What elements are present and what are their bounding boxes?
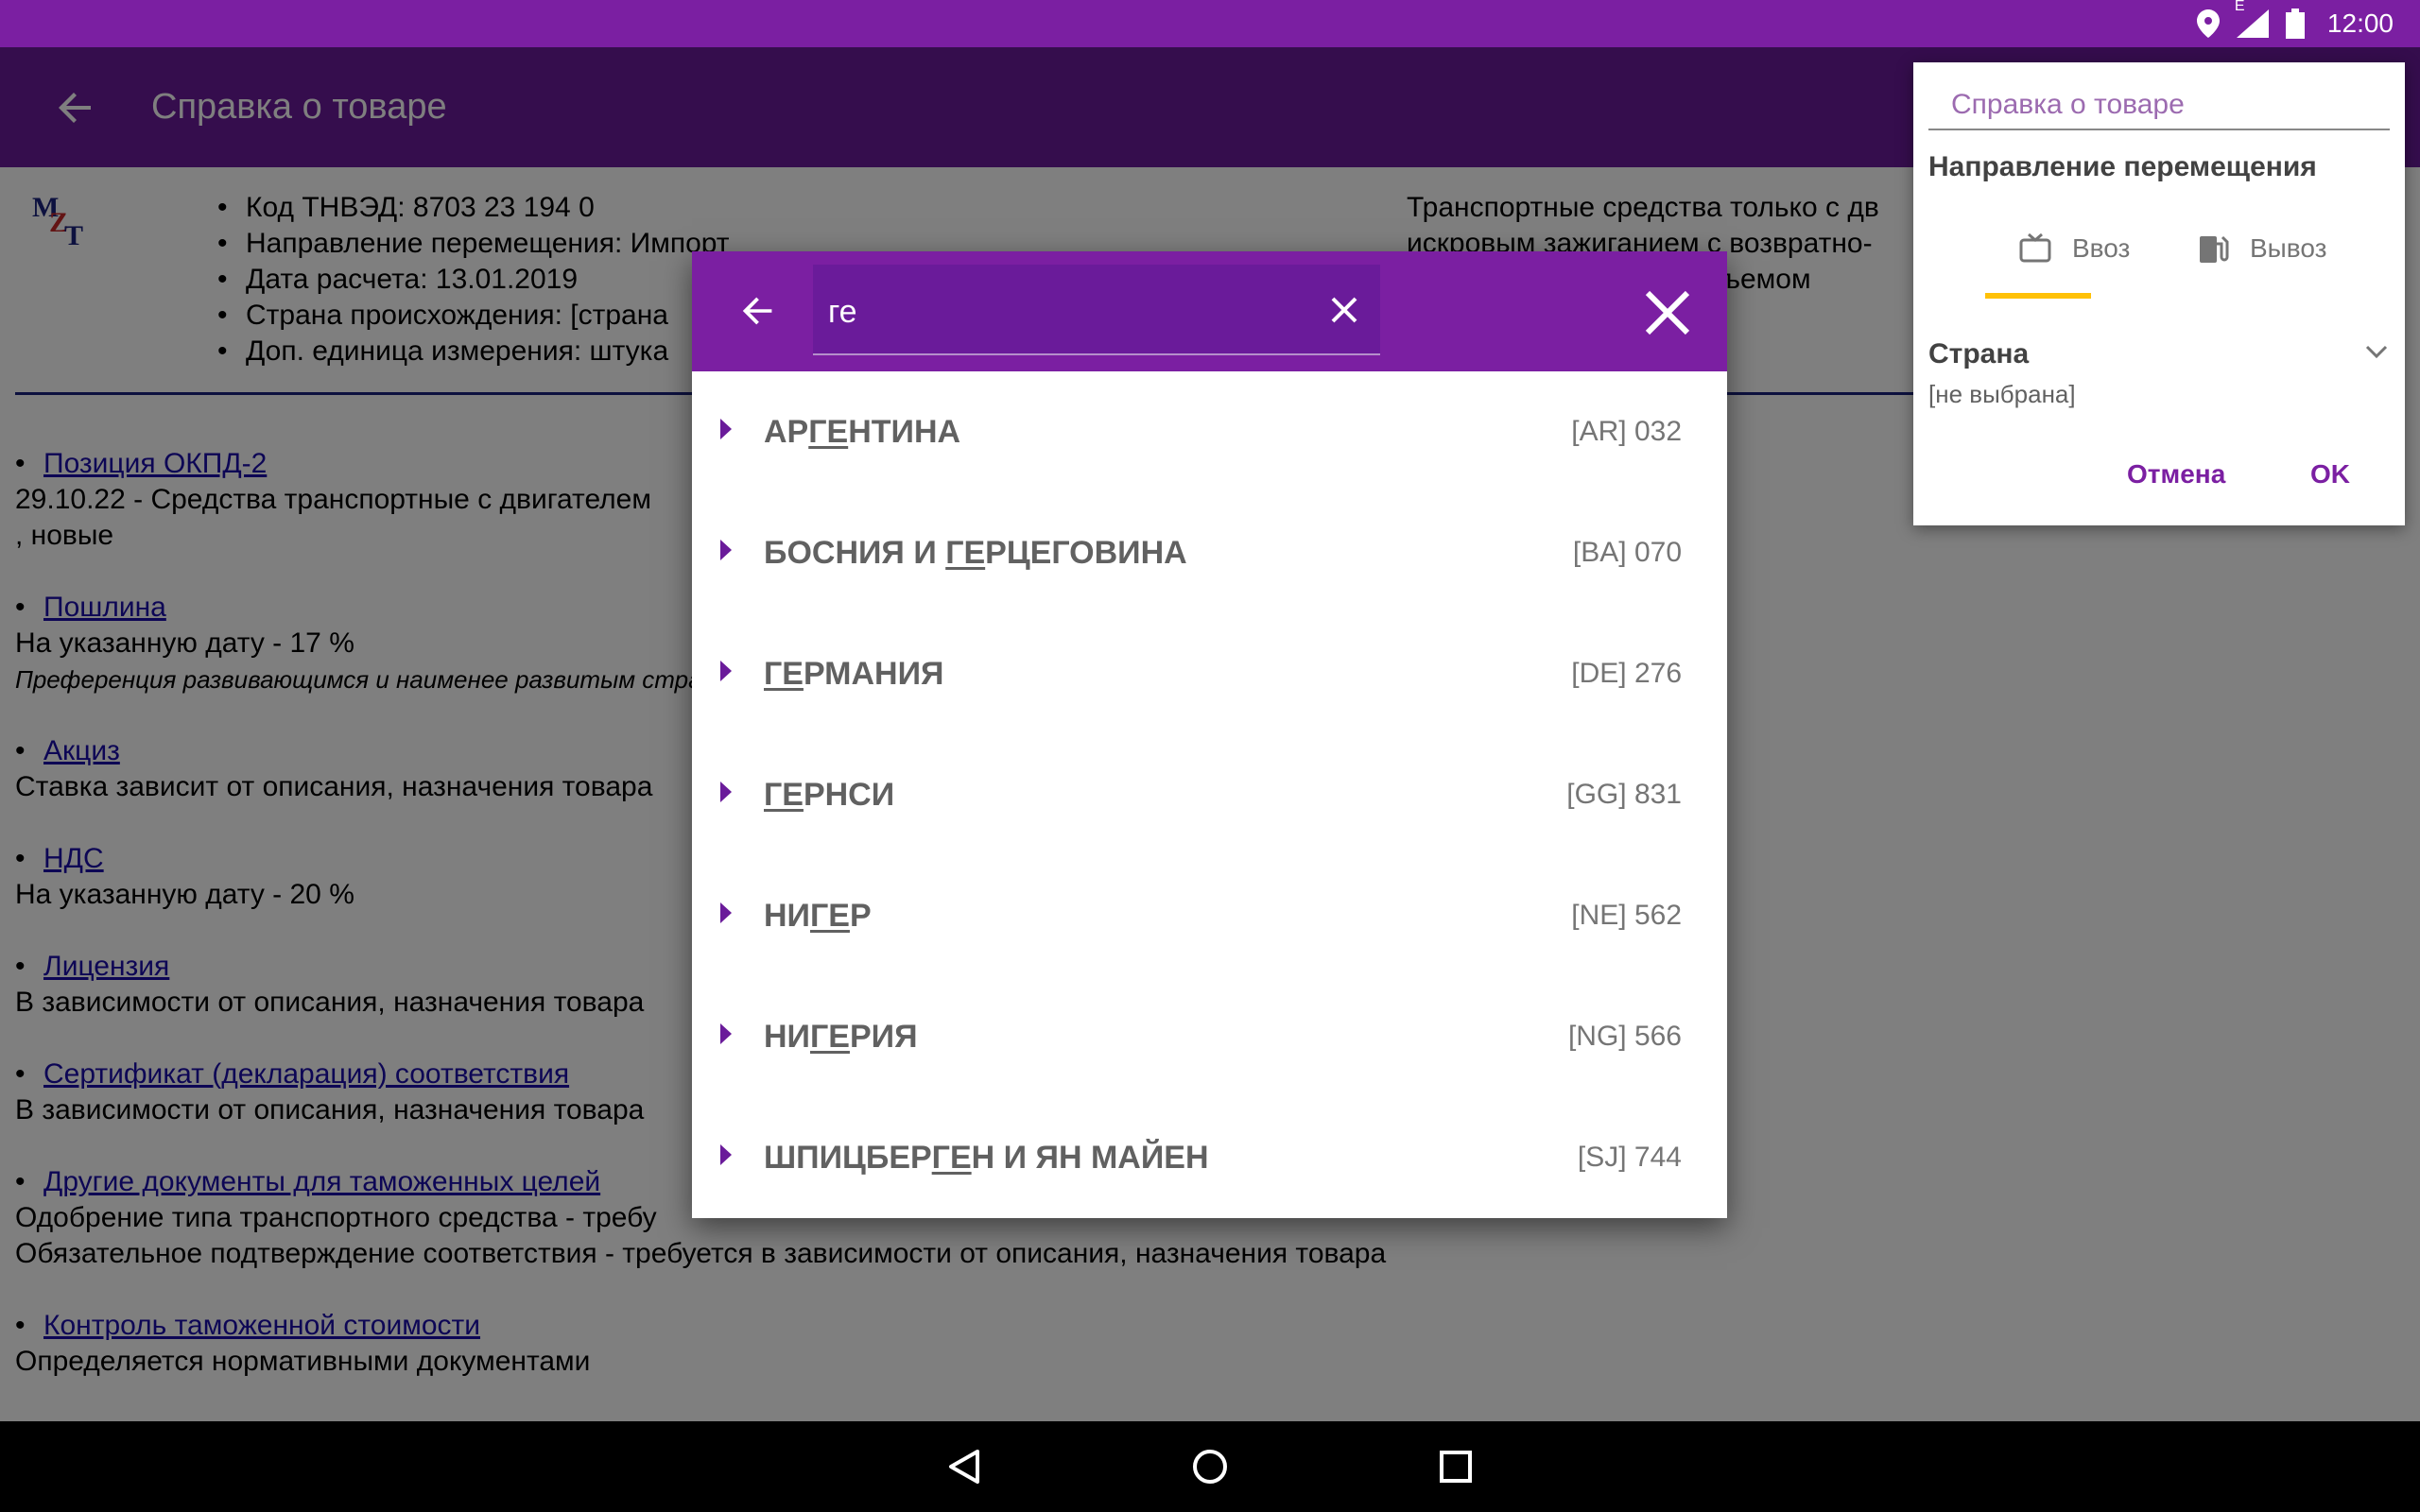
country-search-input[interactable]	[828, 285, 1282, 338]
filter-panel: Справка о товаре Направление перемещения…	[1913, 62, 2405, 525]
cancel-button[interactable]: Отмена	[2127, 459, 2225, 490]
import-icon	[2019, 232, 2051, 263]
country-code: [DE] 276	[1571, 658, 1682, 689]
country-name: ГЕРНСИ	[764, 777, 894, 814]
country-name: ШПИЦБЕРГЕН И ЯН МАЙЕН	[764, 1140, 1209, 1177]
arrow-left-icon	[742, 297, 772, 325]
location-icon	[2196, 9, 2220, 38]
expand-caret-icon[interactable]	[720, 1023, 732, 1044]
country-row[interactable]: НИГЕР [NE] 562	[692, 855, 1727, 976]
clear-search-button[interactable]	[1316, 282, 1373, 338]
country-list: АРГЕНТИНА [AR] 032 БОСНИЯ И ГЕРЦЕГОВИНА [BA…	[692, 371, 1727, 1218]
clock: 12:00	[2326, 9, 2394, 38]
tab-indicator	[1985, 293, 2091, 299]
country-name-suffix: Р	[849, 897, 872, 934]
nav-recents-button[interactable]	[1427, 1438, 1484, 1495]
country-name-match: ГЕ	[764, 655, 804, 692]
country-row[interactable]: ШПИЦБЕРГЕН И ЯН МАЙЕН [SJ] 744	[692, 1097, 1727, 1218]
country-value[interactable]: [не выбрана]	[1928, 380, 2076, 409]
clear-icon	[1331, 297, 1357, 323]
expand-caret-icon[interactable]	[720, 540, 732, 560]
chevron-down-icon[interactable]	[2363, 338, 2390, 365]
nav-home-button[interactable]	[1182, 1438, 1238, 1495]
country-row[interactable]: ГЕРМАНИЯ [DE] 276	[692, 613, 1727, 734]
navigation-bar	[0, 1421, 2420, 1512]
country-name-suffix: РИЯ	[849, 1018, 918, 1055]
country-row[interactable]: НИГЕРИЯ [NG] 566	[692, 976, 1727, 1097]
fuel-icon	[2200, 235, 2229, 263]
country-name-prefix: АР	[764, 413, 809, 450]
tab-import-label: Ввоз	[2072, 233, 2131, 263]
country-label: Страна	[1928, 338, 2030, 369]
country-code: [SJ] 744	[1577, 1142, 1682, 1173]
country-name-suffix: РЦЕГОВИНА	[985, 534, 1187, 571]
country-row[interactable]: АРГЕНТИНА [AR] 032	[692, 371, 1727, 492]
dialog-back-button[interactable]	[730, 283, 786, 339]
close-dialog-button[interactable]	[1630, 280, 1705, 346]
country-name-suffix: РНСИ	[803, 776, 895, 813]
direction-label: Направление перемещения	[1928, 151, 2317, 182]
country-name-suffix: РМАНИЯ	[803, 655, 944, 692]
country-row[interactable]: БОСНИЯ И ГЕРЦЕГОВИНА [BA] 070	[692, 492, 1727, 613]
expand-caret-icon[interactable]	[720, 902, 732, 923]
country-name-match: ГЕ	[945, 534, 986, 571]
recents-nav-icon	[1440, 1451, 1472, 1483]
tab-export[interactable]: Вывоз	[2197, 221, 2326, 276]
country-name-match: ГЕ	[810, 897, 850, 934]
country-name-prefix: НИ	[764, 897, 810, 934]
country-name: НИГЕРИЯ	[764, 1019, 918, 1056]
country-picker-dialog: АРГЕНТИНА[AR] 032БОСНИЯ И ГЕРЦЕГОВИНА[BA…	[692, 251, 1727, 1218]
expand-caret-icon[interactable]	[720, 782, 732, 802]
country-name-prefix: ШПИЦБЕР	[764, 1139, 932, 1176]
country-code: [GG] 831	[1566, 779, 1682, 810]
country-name-match: ГЕ	[810, 1018, 850, 1055]
country-name-match: ГЕ	[764, 776, 804, 813]
close-icon	[1645, 290, 1690, 335]
country-name: НИГЕР	[764, 898, 872, 935]
status-bar: E 12:00	[0, 0, 2420, 47]
dialog-search-box	[813, 265, 1380, 355]
country-code: [AR] 032	[1571, 416, 1682, 447]
country-code: [BA] 070	[1572, 537, 1682, 568]
nav-back-button[interactable]	[936, 1438, 993, 1495]
battery-icon	[2285, 9, 2305, 39]
country-name-match: ГЕ	[931, 1139, 972, 1176]
tab-import[interactable]: Ввоз	[2019, 221, 2130, 276]
expand-caret-icon[interactable]	[720, 661, 732, 681]
expand-caret-icon[interactable]	[720, 1144, 732, 1165]
country-name-suffix: НТИНА	[848, 413, 961, 450]
ok-button[interactable]: OK	[2310, 459, 2350, 490]
country-name: ГЕРМАНИЯ	[764, 656, 944, 693]
back-nav-icon	[949, 1450, 979, 1484]
country-name-match: ГЕ	[808, 413, 849, 450]
network-type-label: E	[2234, 0, 2245, 14]
country-code: [NE] 562	[1571, 900, 1682, 931]
home-nav-icon	[1193, 1450, 1227, 1484]
dialog-header	[692, 251, 1727, 371]
tab-export-label: Вывоз	[2250, 233, 2327, 263]
country-code: [NG] 566	[1567, 1021, 1682, 1052]
country-name: БОСНИЯ И ГЕРЦЕГОВИНА	[764, 535, 1187, 572]
country-name: АРГЕНТИНА	[764, 414, 960, 451]
expand-caret-icon[interactable]	[720, 419, 732, 439]
country-name-prefix: НИ	[764, 1018, 810, 1055]
country-row[interactable]: ГЕРНСИ [GG] 831	[692, 734, 1727, 855]
country-name-suffix: Н И ЯН МАЙЕН	[971, 1139, 1209, 1176]
filter-search-field[interactable]: Справка о товаре	[1928, 76, 2390, 130]
country-name-prefix: БОСНИЯ И	[764, 534, 946, 571]
